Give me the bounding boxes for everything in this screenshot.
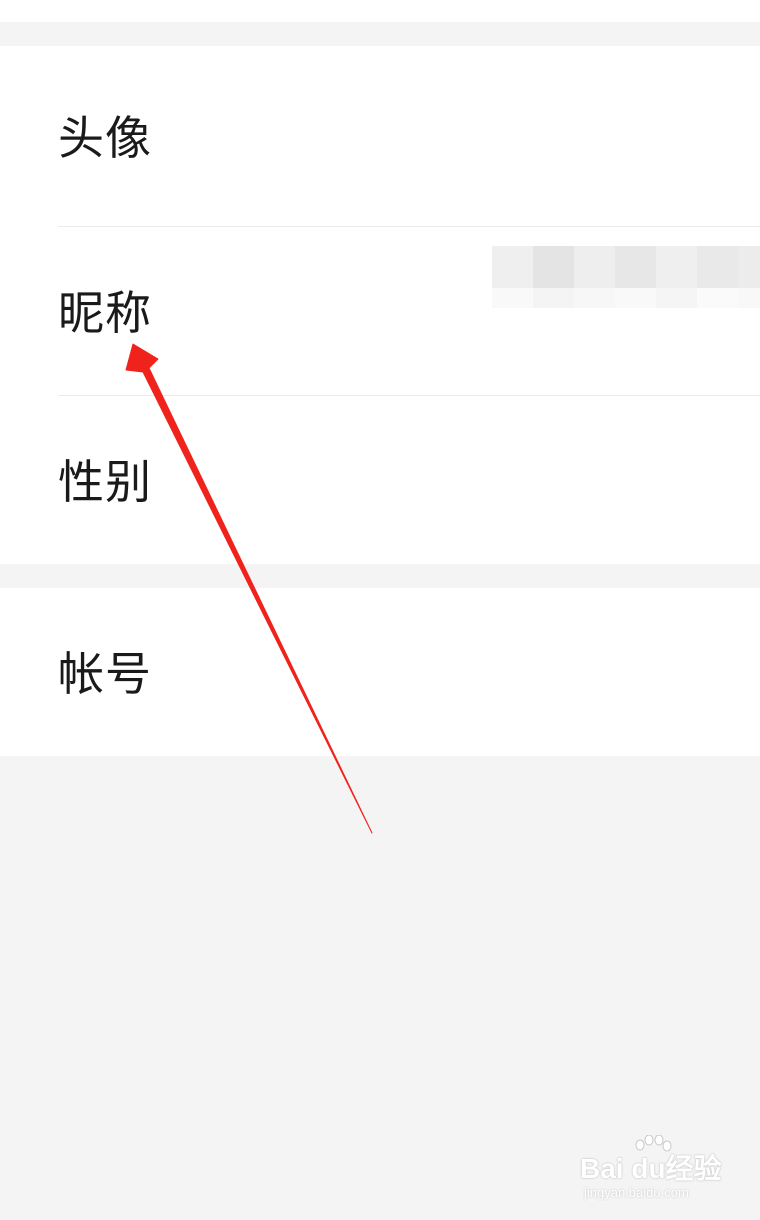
- baidu-jingyan-watermark: Bai du经验 jingyan.baidu.com: [580, 1135, 730, 1205]
- watermark-url: jingyan.baidu.com: [584, 1185, 689, 1200]
- watermark-brand: Bai du经验: [580, 1153, 722, 1184]
- annotation-arrow: [125, 343, 373, 834]
- arrow-shape: [125, 343, 373, 834]
